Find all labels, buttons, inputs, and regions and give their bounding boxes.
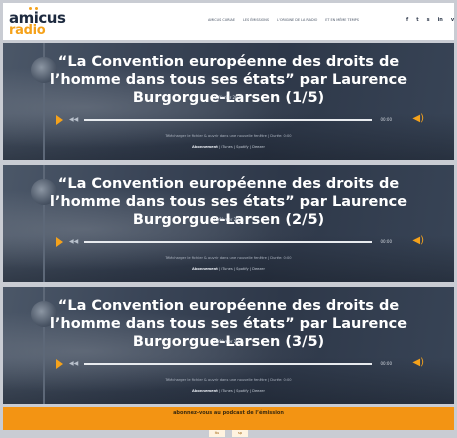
amicus-radio-logo[interactable]: amicus radio (9, 7, 69, 38)
episode-card: “La Convention européenne des droits de … (3, 287, 454, 404)
subscribe-label: Abonnement (192, 389, 218, 393)
subscribe-line: Abonnement | iTunes | Spotify | Deezer (3, 389, 454, 393)
subscribe-links[interactable]: | iTunes | Spotify | Deezer (219, 267, 265, 271)
audio-player: ◀◀ 00:00 ◀) (56, 358, 424, 369)
itunes-button[interactable]: Itu (208, 430, 225, 437)
site-header: amicus radio AMICUS CURIAE LES ÉMISSIONS… (3, 3, 454, 40)
logo-word-radio: radio (9, 23, 46, 38)
episode-card: “La Convention européenne des droits de … (3, 43, 454, 160)
subscribe-line: Abonnement | iTunes | Spotify | Deezer (3, 145, 454, 149)
soundcloud-icon[interactable]: s (427, 17, 430, 23)
time-readout: 00:00 (380, 239, 392, 244)
rewind-icon[interactable]: ◀◀ (69, 361, 78, 367)
episode-date: 8 février 2021 (214, 95, 243, 100)
audio-player: ◀◀ 00:00 ◀) (56, 114, 424, 125)
nav-item-origine[interactable]: L'ORIGINE DE LA RADIO (277, 18, 317, 22)
subscribe-label: Abonnement (192, 267, 218, 271)
nav-item-emissions[interactable]: LES ÉMISSIONS (243, 18, 269, 22)
nav-item-en-meme-temps[interactable]: ET EN MÊME TEMPS (325, 18, 359, 22)
play-icon[interactable] (56, 237, 63, 247)
time-readout: 00:00 (380, 361, 392, 366)
rewind-icon[interactable]: ◀◀ (69, 239, 78, 245)
download-note[interactable]: Télécharger le fichier & ouvrir dans une… (3, 256, 454, 260)
social-links: f t s in v (406, 17, 454, 23)
subscribe-links[interactable]: | iTunes | Spotify | Deezer (219, 145, 265, 149)
volume-icon[interactable]: ◀) (412, 114, 424, 124)
time-readout: 00:00 (380, 117, 392, 122)
linkedin-icon[interactable]: in (438, 17, 443, 23)
podcast-buttons: Itu sp (3, 419, 454, 438)
podcast-subscribe-text: abonnez-vous au podcast de l’émission (173, 410, 284, 416)
episode-card: “La Convention européenne des droits de … (3, 165, 454, 282)
twitter-icon[interactable]: t (416, 17, 418, 23)
download-note[interactable]: Télécharger le fichier & ouvrir dans une… (3, 378, 454, 382)
episode-date: 15 février 2021 (213, 217, 244, 222)
volume-icon[interactable]: ◀) (412, 358, 424, 368)
play-icon[interactable] (56, 359, 63, 369)
progress-bar[interactable] (84, 241, 372, 243)
spotify-button[interactable]: sp (232, 430, 249, 437)
subscribe-links[interactable]: | iTunes | Spotify | Deezer (219, 389, 265, 393)
subscribe-line: Abonnement | iTunes | Spotify | Deezer (3, 267, 454, 271)
vimeo-icon[interactable]: v (451, 17, 454, 23)
main-nav: AMICUS CURIAE LES ÉMISSIONS L'ORIGINE DE… (208, 18, 359, 22)
podcast-footer: abonnez-vous au podcast de l’émission It… (3, 407, 454, 437)
download-note[interactable]: Télécharger le fichier & ouvrir dans une… (3, 134, 454, 138)
subscribe-label: Abonnement (192, 145, 218, 149)
facebook-icon[interactable]: f (406, 17, 408, 23)
rewind-icon[interactable]: ◀◀ (69, 117, 78, 123)
progress-bar[interactable] (84, 119, 372, 121)
episode-date: 22 février 2021 (213, 339, 244, 344)
progress-bar[interactable] (84, 363, 372, 365)
play-icon[interactable] (56, 115, 63, 125)
nav-item-amicus-curiae[interactable]: AMICUS CURIAE (208, 18, 235, 22)
volume-icon[interactable]: ◀) (412, 236, 424, 246)
audio-player: ◀◀ 00:00 ◀) (56, 236, 424, 247)
